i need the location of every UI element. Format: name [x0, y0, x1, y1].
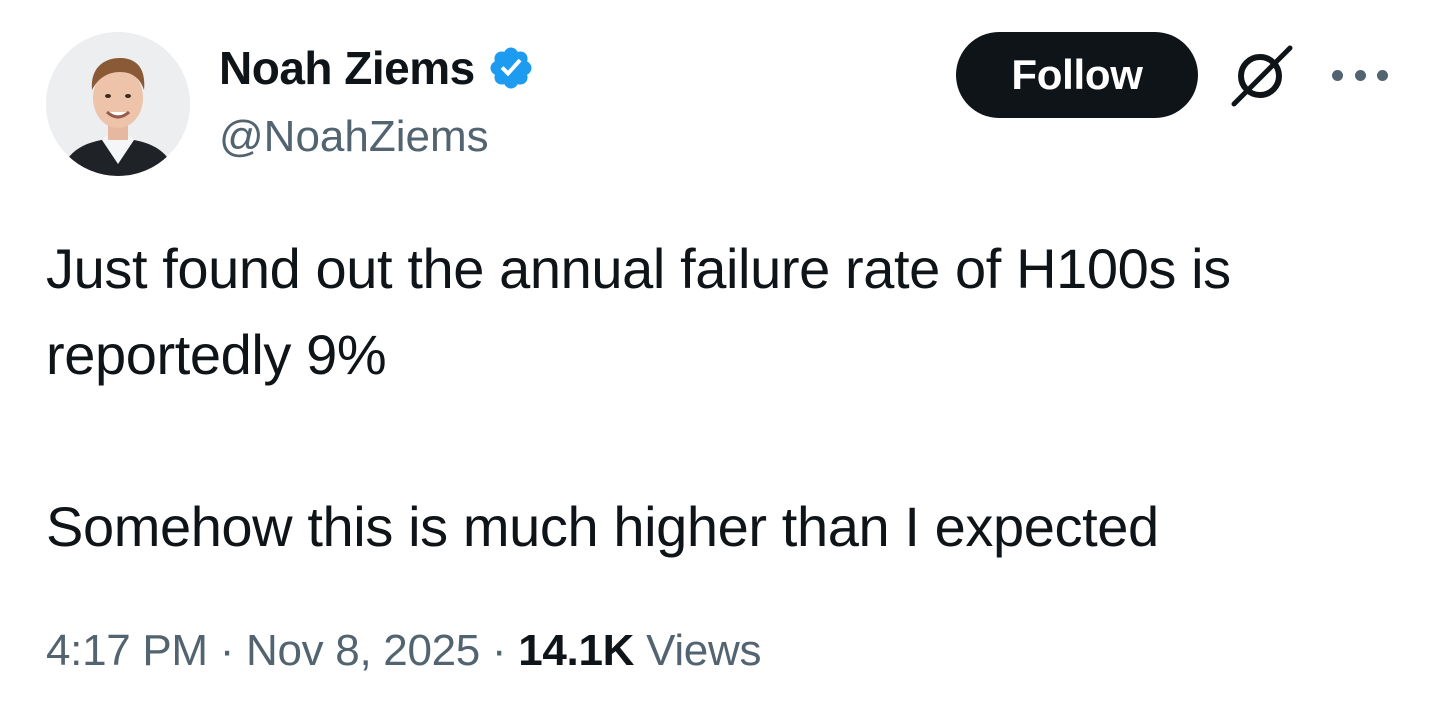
- tweet-time[interactable]: 4:17 PM: [46, 626, 208, 675]
- grok-icon[interactable]: [1226, 42, 1298, 108]
- tweet-card: Noah Ziems @NoahZiems Follow Just found …: [0, 0, 1442, 726]
- dot: [1354, 69, 1366, 81]
- verified-badge-icon[interactable]: [487, 44, 535, 92]
- more-options-icon[interactable]: [1332, 60, 1388, 90]
- views-count[interactable]: 14.1K: [518, 626, 634, 675]
- tweet-body: Just found out the annual failure rate o…: [46, 226, 1406, 570]
- follow-button[interactable]: Follow: [956, 32, 1198, 118]
- author-handle[interactable]: @NoahZiems: [219, 112, 489, 162]
- avatar[interactable]: [46, 32, 190, 176]
- author-display-name[interactable]: Noah Ziems: [219, 41, 475, 95]
- views-label[interactable]: Views: [646, 626, 761, 675]
- tweet-text-line: Just found out the annual failure rate o…: [46, 237, 1231, 386]
- dot: [1332, 69, 1343, 81]
- meta-separator: ·: [491, 626, 507, 675]
- avatar-photo: [46, 32, 190, 176]
- tweet-date[interactable]: Nov 8, 2025: [246, 626, 480, 675]
- dot: [1377, 69, 1388, 81]
- meta-separator: ·: [219, 626, 235, 675]
- tweet-text-line: Somehow this is much higher than I expec…: [46, 495, 1159, 558]
- tweet-meta: 4:17 PM · Nov 8, 2025 · 14.1K Views: [46, 626, 761, 676]
- author-name-row: Noah Ziems: [219, 38, 535, 98]
